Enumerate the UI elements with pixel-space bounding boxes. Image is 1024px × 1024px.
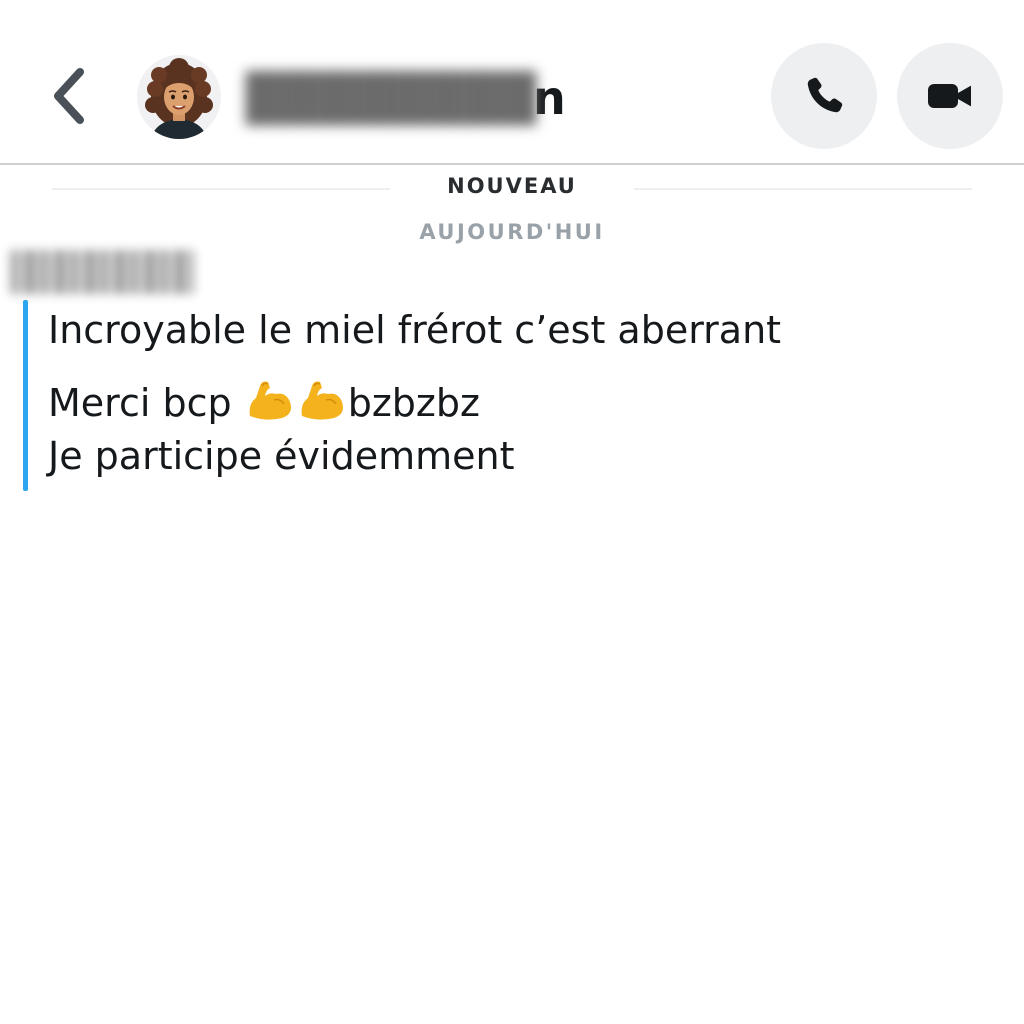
message-text[interactable]: Merci bcp bzbzbz <box>48 376 480 431</box>
contact-name-tail: n <box>533 71 567 125</box>
new-messages-divider: NOUVEAU <box>52 170 972 206</box>
message-text[interactable]: Incroyable le miel frérot c’est aberrant <box>48 308 781 352</box>
avatar[interactable] <box>137 55 221 139</box>
chat-header: ████████ n <box>0 0 1024 165</box>
chevron-left-icon <box>54 68 84 124</box>
message-accent-bar <box>23 300 28 491</box>
video-camera-icon <box>928 84 971 108</box>
sender-name-redacted <box>10 250 194 294</box>
date-separator: AUJOURD'HUI <box>419 220 605 244</box>
video-call-button[interactable] <box>897 43 1003 149</box>
divider-line <box>634 188 972 190</box>
bitmoji-avatar-icon <box>137 55 221 139</box>
phone-icon <box>807 77 843 113</box>
message-text-part: bzbzbz <box>347 381 480 425</box>
chat-screen: ████████ n NOUVEAU AUJOURD'HUI Incroyabl… <box>0 0 1024 1024</box>
divider-line <box>52 188 390 190</box>
new-messages-label: NOUVEAU <box>447 174 577 198</box>
voice-call-button[interactable] <box>771 43 877 149</box>
flexed-biceps-icon <box>244 376 296 431</box>
contact-name-redacted: ████████ <box>246 71 538 125</box>
flexed-biceps-icon <box>296 376 348 431</box>
message-text[interactable]: Je participe évidemment <box>48 434 515 478</box>
back-button[interactable] <box>40 60 100 132</box>
message-text-part: Merci bcp <box>48 381 244 425</box>
contact-name[interactable]: ████████ n <box>246 68 567 128</box>
